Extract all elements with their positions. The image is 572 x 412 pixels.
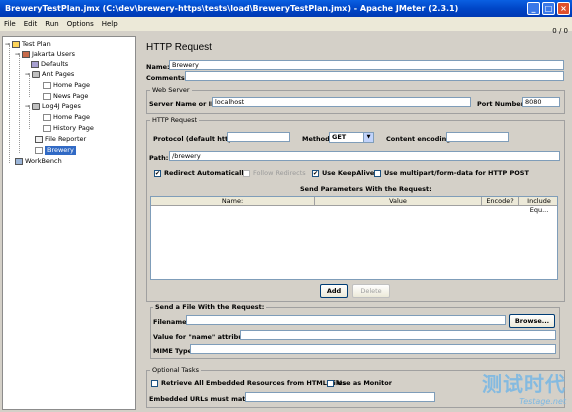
server-label: Server Name or IP: <box>149 100 219 108</box>
column-name[interactable]: Name: <box>151 197 315 206</box>
tree-node-ant-pages[interactable]: ⊸ Ant Pages <box>25 70 74 79</box>
tree-node-jakarta-users[interactable]: ⊸ Jakarta Users <box>15 50 75 59</box>
close-icon[interactable]: × <box>557 2 570 15</box>
browse-button[interactable]: Browse... <box>509 314 555 328</box>
tree-node-defaults[interactable]: Defaults <box>31 60 68 69</box>
thread-counter: 0 / 0 <box>552 27 568 35</box>
use-as-monitor-checkbox[interactable]: Use as Monitor <box>327 379 392 387</box>
config-icon <box>31 61 39 68</box>
window-titlebar: BreweryTestPlan.jmx (C:\dev\brewery-http… <box>0 0 572 17</box>
method-select[interactable]: GET ▼ <box>329 132 374 143</box>
column-include-equals[interactable]: Include Equ... <box>519 197 559 214</box>
path-field[interactable]: /brewery <box>169 151 560 161</box>
comments-label: Comments: <box>146 74 188 82</box>
redirect-automatically-checkbox[interactable]: ✔ Redirect Automatically <box>154 169 248 177</box>
controller-icon <box>32 71 40 78</box>
name-attribute-field[interactable] <box>240 330 556 340</box>
table-header: Name: Value Encode? Include Equ... <box>151 197 559 214</box>
method-label: Method: <box>302 135 333 143</box>
tree-node-file-reporter[interactable]: File Reporter <box>35 135 86 144</box>
filename-label: Filename: <box>153 318 190 326</box>
minimize-icon[interactable]: _ <box>527 2 540 15</box>
sampler-icon <box>43 93 51 100</box>
send-file-title: Send a File With the Request: <box>153 303 267 311</box>
chevron-down-icon: ▼ <box>363 133 373 142</box>
name-label: Name: <box>146 63 170 71</box>
name-attribute-label: Value for "name" attribute: <box>153 333 254 341</box>
maximize-icon[interactable]: □ <box>542 2 555 15</box>
filename-field[interactable] <box>186 315 506 325</box>
sampler-icon <box>43 82 51 89</box>
retrieve-resources-checkbox[interactable]: Retrieve All Embedded Resources from HTM… <box>151 379 346 387</box>
column-value[interactable]: Value <box>315 197 482 206</box>
sampler-icon <box>35 147 43 154</box>
params-title: Send Parameters With the Request: <box>300 185 432 193</box>
tree-node-log4j-pages[interactable]: ⊸ Log4J Pages <box>25 102 81 111</box>
comments-field[interactable] <box>185 71 564 81</box>
menu-options[interactable]: Options <box>67 17 94 31</box>
add-button[interactable]: Add <box>320 284 348 298</box>
parameters-table[interactable]: Name: Value Encode? Include Equ... <box>150 196 558 280</box>
tree-node-home-page-2[interactable]: Home Page <box>43 113 90 122</box>
tree-node-news-page[interactable]: News Page <box>43 92 88 101</box>
use-keepalive-checkbox[interactable]: ✔ Use KeepAlive <box>312 169 374 177</box>
path-label: Path: <box>149 154 169 162</box>
column-encode[interactable]: Encode? <box>482 197 519 206</box>
menu-edit[interactable]: Edit <box>24 17 38 31</box>
test-plan-icon <box>12 41 20 48</box>
menu-help[interactable]: Help <box>102 17 118 31</box>
watermark-logo: 测试时代 Testage.net <box>482 372 566 406</box>
embedded-urls-field[interactable] <box>245 392 435 402</box>
menu-file[interactable]: File <box>4 17 16 31</box>
mime-type-field[interactable] <box>190 344 556 354</box>
tree-node-history-page[interactable]: History Page <box>43 124 94 133</box>
tree-node-test-plan[interactable]: ⊸ Test Plan <box>5 40 51 49</box>
menu-bar: File Edit Run Options Help <box>0 17 572 31</box>
tree-node-brewery[interactable]: Brewery <box>35 146 76 155</box>
name-field[interactable]: Brewery <box>169 60 564 70</box>
page-title: HTTP Request <box>146 42 212 53</box>
sampler-icon <box>43 125 51 132</box>
embedded-urls-label: Embedded URLs must match: <box>149 395 257 403</box>
mime-type-label: MIME Type: <box>153 347 195 355</box>
optional-tasks-title: Optional Tasks <box>150 366 201 374</box>
controller-icon <box>32 103 40 110</box>
delete-button[interactable]: Delete <box>352 284 390 298</box>
test-plan-tree[interactable]: ⊸ Test Plan ⊸ Jakarta Users Defaults ⊸ A… <box>2 36 136 410</box>
protocol-field[interactable] <box>227 132 290 142</box>
thread-group-icon <box>22 51 30 58</box>
port-field[interactable]: 8080 <box>522 97 560 107</box>
menu-run[interactable]: Run <box>45 17 58 31</box>
workbench-icon <box>15 158 23 165</box>
port-label: Port Number: <box>477 100 527 108</box>
multipart-checkbox[interactable]: Use multipart/form-data for HTTP POST <box>374 169 529 177</box>
http-request-panel: HTTP Request Name: Brewery Comments: Web… <box>141 36 570 410</box>
follow-redirects-checkbox[interactable]: Follow Redirects <box>243 169 306 177</box>
tree-node-workbench[interactable]: WorkBench <box>15 157 62 166</box>
checkbox-checked-icon: ✔ <box>312 169 319 177</box>
sampler-icon <box>43 114 51 121</box>
http-request-group-title: HTTP Request <box>150 116 200 124</box>
protocol-label: Protocol (default http): <box>153 135 239 143</box>
report-icon <box>35 136 43 143</box>
encoding-label: Content encoding: <box>386 135 454 143</box>
server-field[interactable]: localhost <box>212 97 471 107</box>
encoding-field[interactable] <box>446 132 509 142</box>
window-title: BreweryTestPlan.jmx (C:\dev\brewery-http… <box>5 4 459 13</box>
web-server-title: Web Server <box>150 86 192 94</box>
checkbox-checked-icon: ✔ <box>154 169 161 177</box>
tree-node-home-page[interactable]: Home Page <box>43 81 90 90</box>
